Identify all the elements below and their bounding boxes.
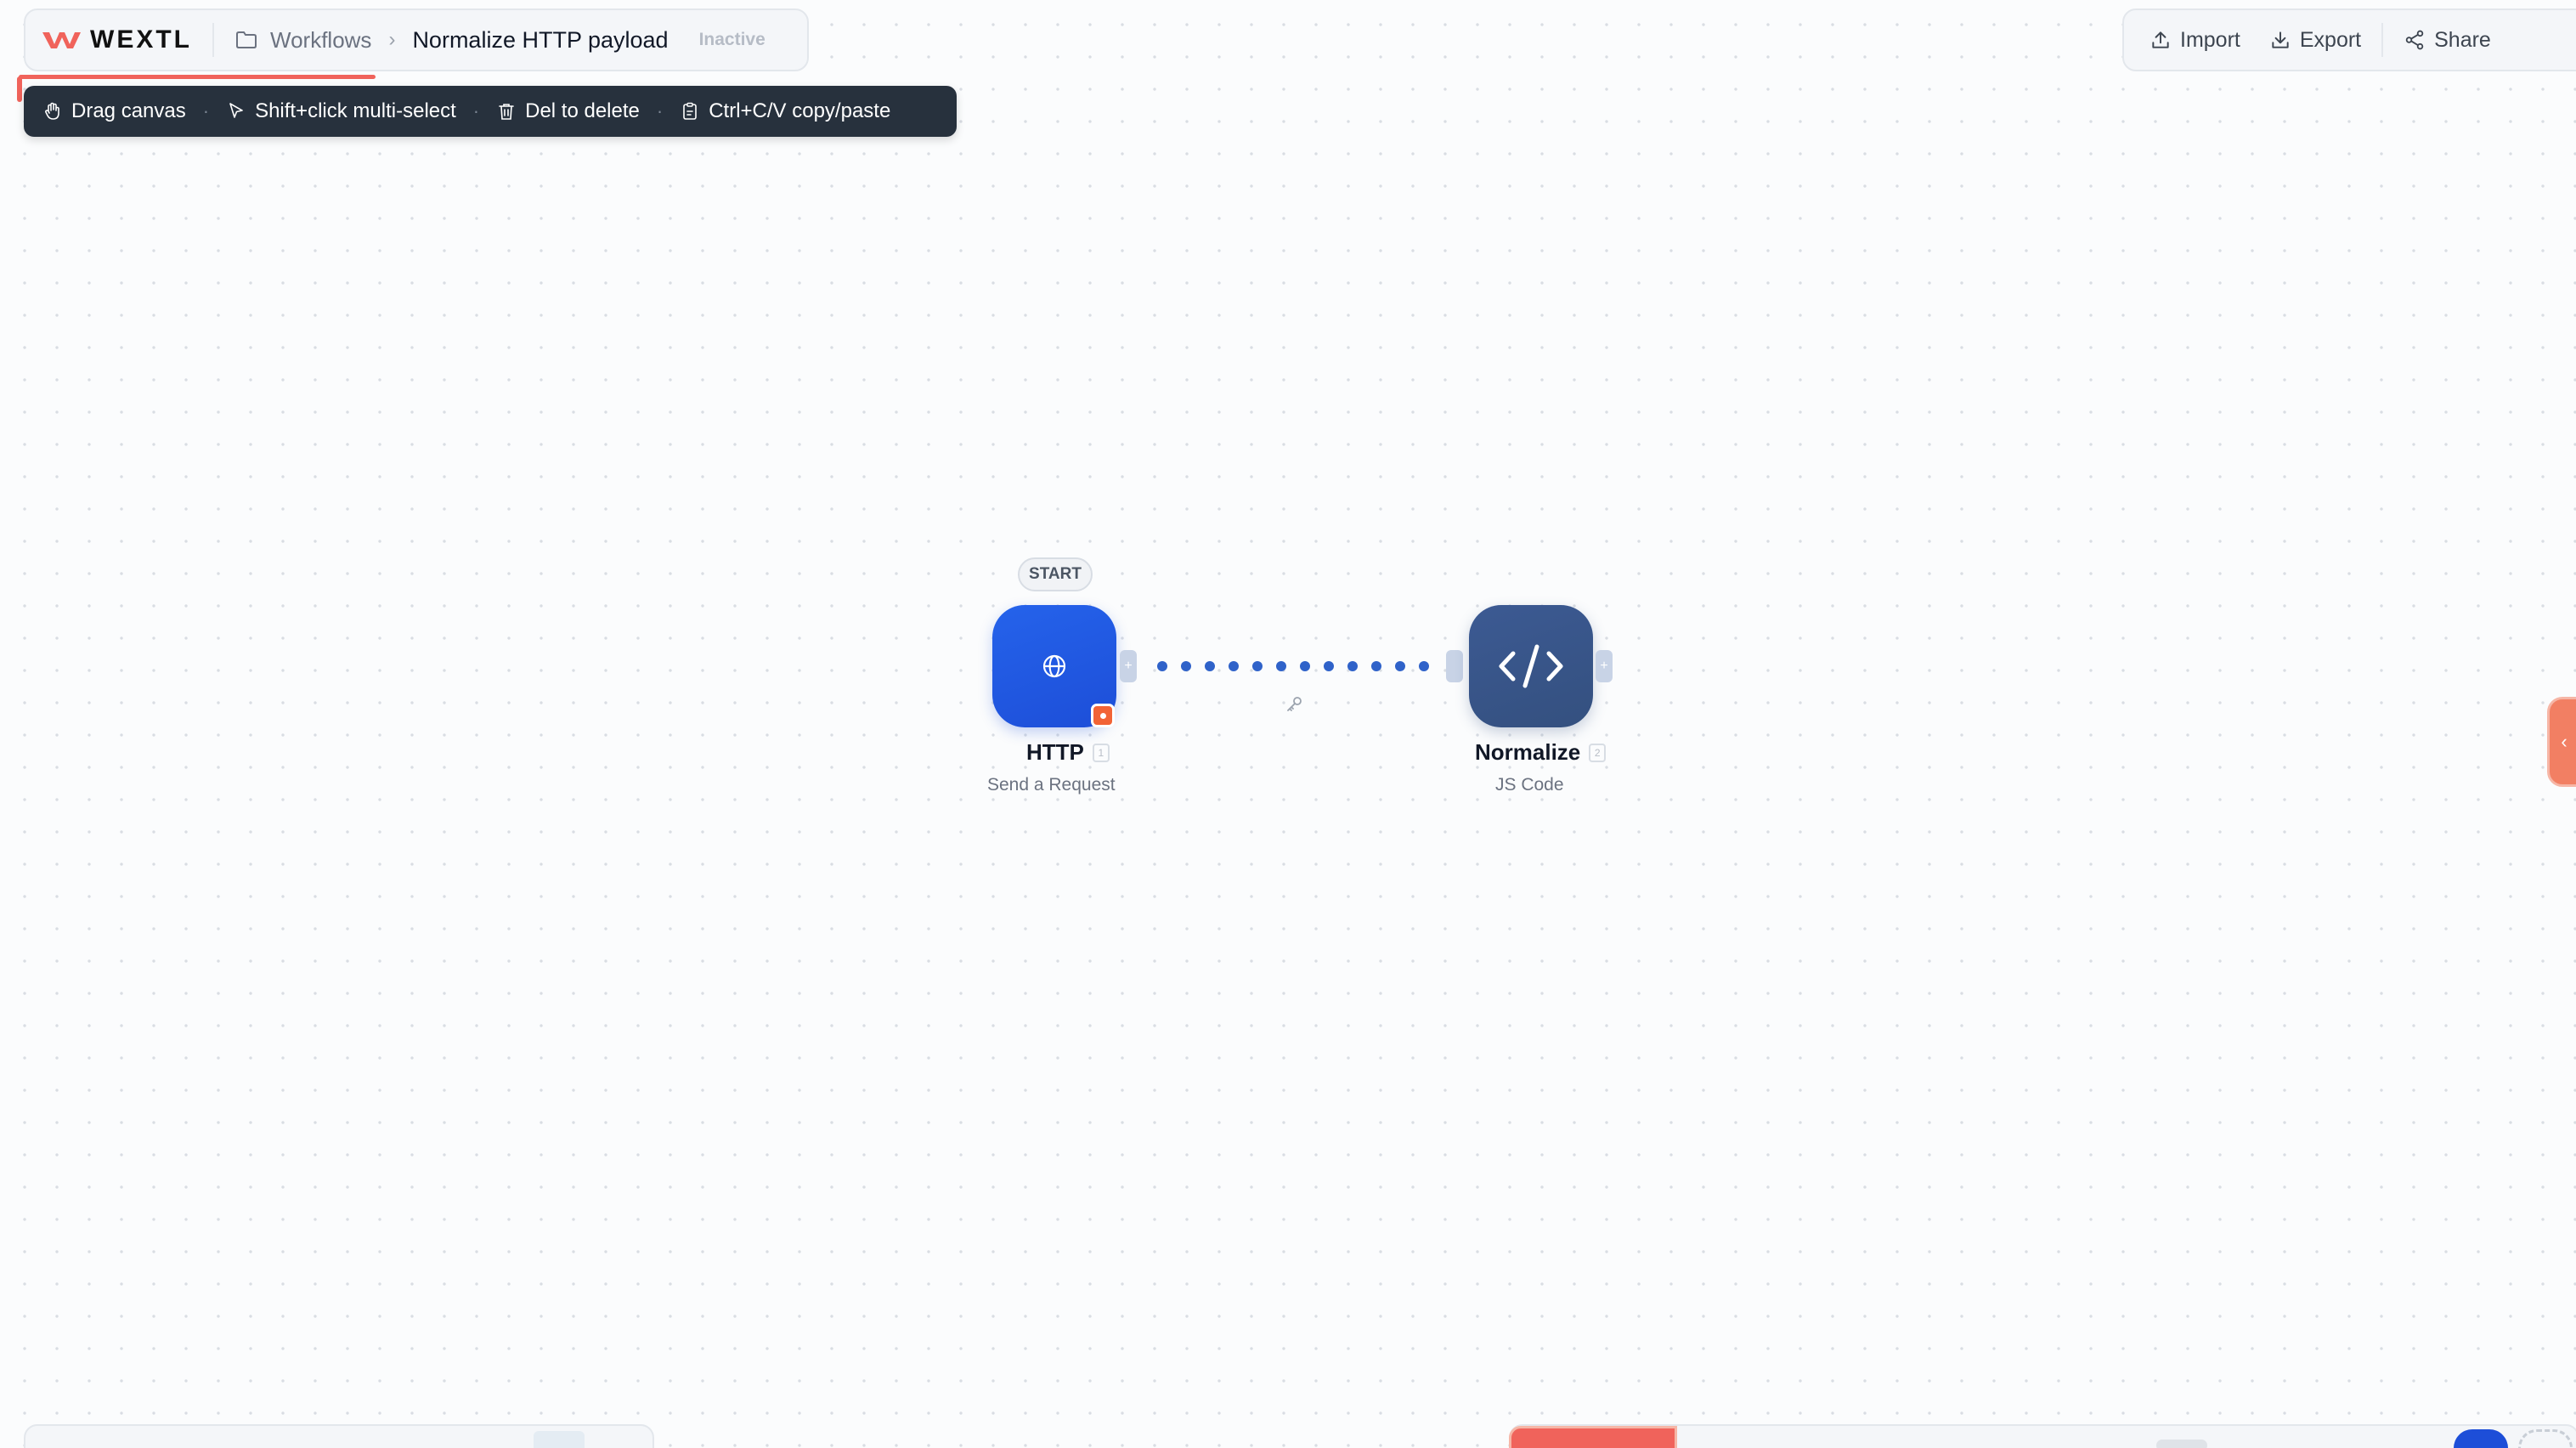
run-button[interactable]	[1509, 1426, 1677, 1448]
output-port[interactable]: +	[1120, 650, 1137, 682]
code-icon	[1499, 644, 1563, 688]
start-badge: START	[1018, 557, 1093, 591]
node-index: 1	[1092, 743, 1110, 762]
edge-dot	[1324, 661, 1334, 671]
edge-dot	[1347, 661, 1358, 671]
node-normalize-label: Normalize 2	[1475, 739, 1607, 766]
node-normalize-subtitle: JS Code	[1495, 775, 1564, 795]
edge-dot	[1419, 661, 1429, 671]
error-indicator[interactable]	[1091, 704, 1115, 727]
placeholder-button[interactable]	[2518, 1429, 2573, 1448]
edge-dot	[1205, 661, 1215, 671]
side-panel-toggle[interactable]: ‹	[2547, 697, 2576, 787]
workflow-edge[interactable]	[0, 0, 2576, 1448]
edge-dot	[1157, 661, 1167, 671]
edge-dot	[1371, 661, 1381, 671]
edge-dot	[1229, 661, 1239, 671]
edge-dot	[1252, 661, 1263, 671]
node-http-subtitle: Send a Request	[987, 775, 1116, 795]
key-icon[interactable]	[1285, 695, 1303, 714]
add-node-button[interactable]	[2454, 1429, 2508, 1448]
edge-dot	[1395, 661, 1405, 671]
input-port[interactable]	[1446, 650, 1463, 682]
edge-dot	[1300, 661, 1310, 671]
edge-dot	[1181, 661, 1191, 671]
output-port[interactable]: +	[1596, 650, 1613, 682]
globe-icon	[1042, 654, 1066, 678]
node-http-label: HTTP 1	[1026, 739, 1110, 766]
chevron-left-icon: ‹	[2561, 731, 2568, 752]
edge-dot	[1276, 661, 1286, 671]
node-title: HTTP	[1026, 739, 1084, 765]
node-title: Normalize	[1475, 739, 1581, 765]
panel-handle[interactable]	[2156, 1440, 2207, 1448]
zoom-control[interactable]	[534, 1431, 585, 1448]
node-index: 2	[1589, 743, 1607, 762]
node-normalize[interactable]	[1469, 605, 1593, 727]
